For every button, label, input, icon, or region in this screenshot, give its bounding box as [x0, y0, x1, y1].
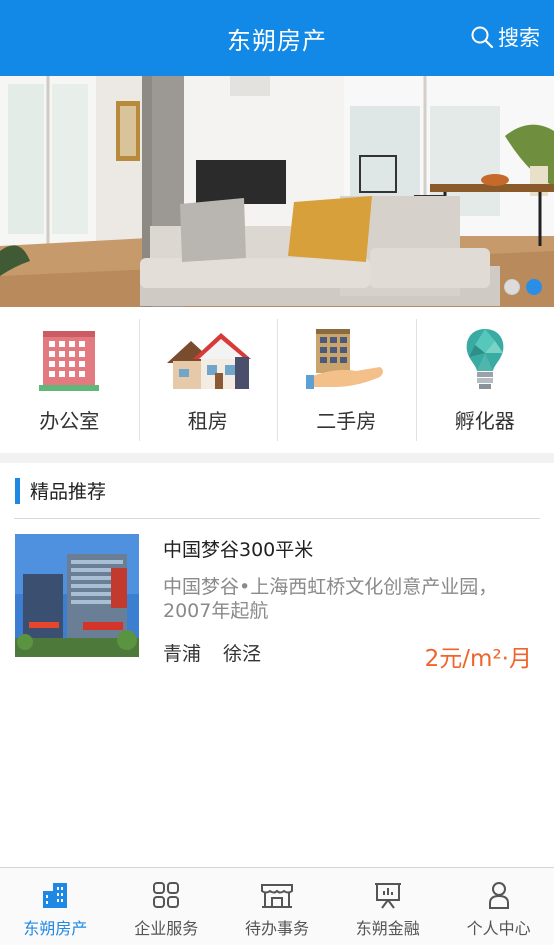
app-screen: 东朔房产 搜索 办公室 租房 二手房 孵化器 精品推荐 中国梦谷300平米 中国…	[0, 0, 554, 945]
store-icon	[260, 880, 294, 910]
category-label: 办公室	[39, 409, 100, 433]
grid-icon	[152, 880, 180, 910]
buildings-icon	[41, 880, 69, 910]
listing-card[interactable]: 中国梦谷300平米 中国梦谷•上海西虹桥文化创意产业园，2007年起航 青浦 徐泾…	[0, 519, 554, 679]
listing-location: 青浦 徐泾	[163, 639, 261, 666]
tab-label: 东朔房产	[23, 919, 88, 938]
tab-label: 待办事务	[244, 919, 309, 938]
tab-label: 企业服务	[134, 919, 199, 938]
tab-dongshuo-property[interactable]: 东朔房产	[0, 868, 111, 945]
category-second-hand[interactable]: 二手房	[277, 307, 416, 453]
search-icon	[471, 26, 494, 49]
tab-personal-center[interactable]: 个人中心	[443, 868, 554, 945]
banner-dots	[504, 279, 542, 295]
listing-name: 中国梦谷300平米	[163, 539, 314, 561]
office-building-icon	[23, 327, 115, 393]
tab-todo-affairs[interactable]: 待办事务	[222, 868, 333, 945]
lightbulb-icon	[439, 327, 531, 393]
category-grid: 办公室 租房 二手房 孵化器	[0, 307, 554, 453]
listing-district: 青浦	[163, 643, 202, 665]
tab-label: 东朔金融	[355, 919, 420, 938]
listing-town: 徐泾	[223, 643, 262, 665]
category-label: 租房	[187, 409, 228, 433]
banner-dot[interactable]	[504, 279, 520, 295]
listing-thumbnail	[15, 534, 139, 657]
tab-label: 个人中心	[466, 919, 531, 938]
banner-image	[0, 76, 554, 307]
section-header: 精品推荐	[0, 463, 554, 518]
top-header: 东朔房产 搜索	[0, 0, 554, 76]
category-rent[interactable]: 租房	[138, 307, 278, 453]
banner-dot-active[interactable]	[526, 279, 542, 295]
search-label: 搜索	[498, 26, 540, 50]
house-icon	[162, 327, 254, 393]
category-office[interactable]: 办公室	[0, 307, 139, 453]
category-label: 孵化器	[454, 409, 515, 433]
listing-price: 2元/m²·月	[424, 646, 532, 672]
presentation-icon	[374, 880, 402, 910]
section-accent-bar	[15, 477, 20, 504]
search-button[interactable]: 搜索	[470, 22, 540, 52]
bottom-tab-bar: 东朔房产 企业服务 待办事务 东朔金融 个人中心	[0, 867, 554, 945]
app-title: 东朔房产	[227, 26, 327, 55]
second-hand-house-icon	[300, 327, 392, 393]
tab-enterprise-services[interactable]: 企业服务	[111, 868, 222, 945]
category-incubator[interactable]: 孵化器	[415, 307, 554, 453]
category-label: 二手房	[316, 409, 377, 433]
section-gap	[0, 453, 554, 463]
promo-banner[interactable]	[0, 76, 554, 307]
tab-dongshuo-finance[interactable]: 东朔金融	[332, 868, 443, 945]
listing-description: 中国梦谷•上海西虹桥文化创意产业园，2007年起航	[163, 576, 498, 622]
section-title: 精品推荐	[30, 481, 107, 503]
person-icon	[487, 880, 511, 910]
